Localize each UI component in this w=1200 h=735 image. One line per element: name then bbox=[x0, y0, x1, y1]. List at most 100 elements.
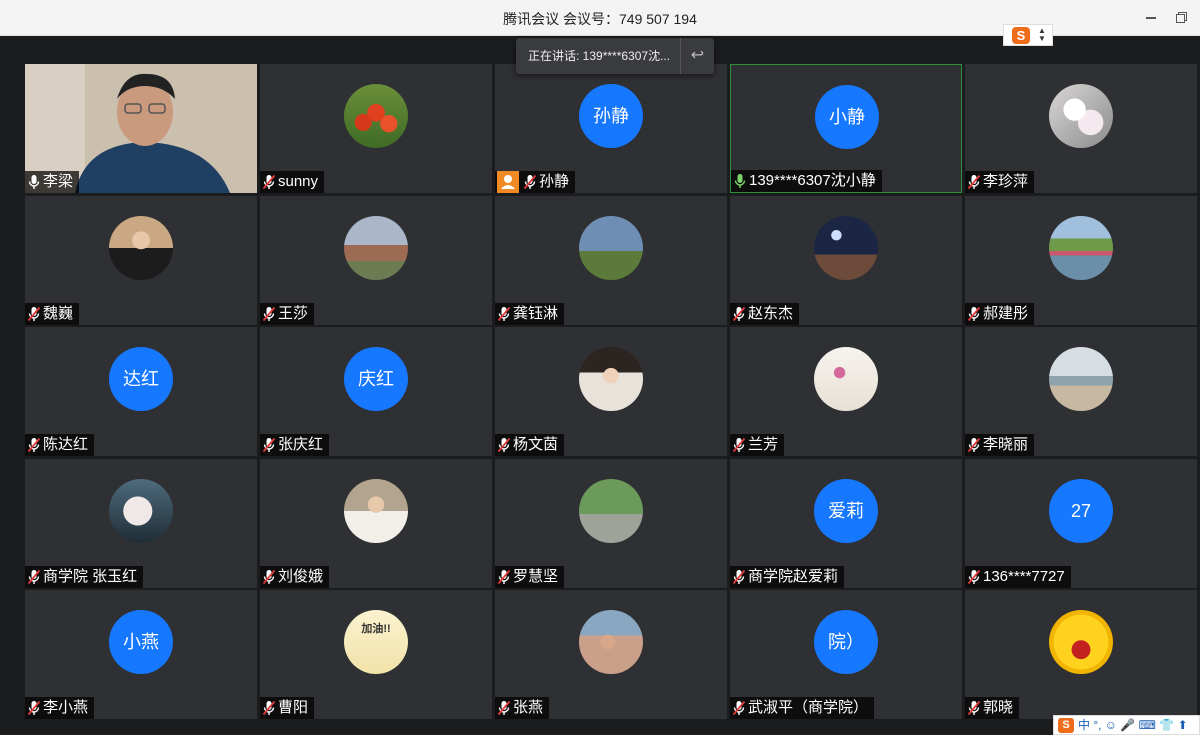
participant-tile[interactable]: 爱莉 商学院赵爱莉 bbox=[730, 459, 962, 588]
participant-nametag: 商学院 张玉红 bbox=[25, 566, 144, 588]
avatar bbox=[579, 610, 643, 674]
participant-tile[interactable]: 庆红张庆红 bbox=[260, 327, 492, 456]
mic-muted-icon bbox=[732, 700, 746, 716]
avatar bbox=[814, 347, 878, 411]
participant-nametag: 商学院赵爱莉 bbox=[730, 566, 845, 588]
avatar bbox=[344, 216, 408, 280]
participant-name: 曹阳 bbox=[278, 699, 309, 716]
mic-muted-icon bbox=[27, 700, 41, 716]
speaking-indicator[interactable]: 正在讲话: 139****6307沈... ↩ bbox=[516, 38, 714, 74]
participant-name: 龚钰淋 bbox=[513, 305, 559, 322]
mic-muted-icon bbox=[732, 306, 746, 322]
participant-nametag: 张庆红 bbox=[260, 434, 330, 456]
avatar bbox=[579, 216, 643, 280]
participant-name: 李珍萍 bbox=[983, 173, 1029, 190]
participant-tile[interactable]: 兰芳 bbox=[730, 327, 962, 456]
participant-nametag: 兰芳 bbox=[730, 434, 785, 456]
participant-nametag: 139****6307沈小静 bbox=[731, 170, 882, 192]
participant-tile[interactable]: 李晓丽 bbox=[965, 327, 1197, 456]
sogou-ime-icon: S bbox=[1012, 27, 1030, 44]
participant-name: 139****6307沈小静 bbox=[749, 172, 876, 189]
participant-name: 孙静 bbox=[539, 173, 570, 190]
avatar bbox=[1049, 347, 1113, 411]
participant-tile[interactable]: 27 136****7727 bbox=[965, 459, 1197, 588]
reply-arrow-icon[interactable]: ↩ bbox=[680, 38, 714, 74]
mic-muted-icon bbox=[262, 306, 276, 322]
ime-expand-icon[interactable]: ▲ ▼ bbox=[1038, 27, 1046, 43]
participant-tile[interactable]: 杨文茵 bbox=[495, 327, 727, 456]
participant-tile[interactable]: 魏巍 bbox=[25, 196, 257, 325]
participant-tile[interactable]: 郭晓 bbox=[965, 590, 1197, 719]
participant-name: 赵东杰 bbox=[748, 305, 794, 322]
mic-muted-icon bbox=[732, 569, 746, 585]
mic-muted-icon bbox=[967, 700, 981, 716]
participant-tile[interactable]: 院） 武淑平（商学院） bbox=[730, 590, 962, 719]
avatar: 庆红 bbox=[344, 347, 408, 411]
mic-muted-icon bbox=[27, 437, 41, 453]
participant-tile[interactable]: 商学院 张玉红 bbox=[25, 459, 257, 588]
mic-muted-icon bbox=[27, 569, 41, 585]
participant-tile[interactable]: 刘俊娥 bbox=[260, 459, 492, 588]
participant-name: 商学院 张玉红 bbox=[43, 568, 138, 585]
avatar: 孙静 bbox=[579, 84, 643, 148]
mic-icon bbox=[27, 174, 41, 190]
ime-toolbar-top[interactable]: S ▲ ▼ bbox=[1003, 24, 1053, 46]
participant-nametag: 张燕 bbox=[495, 697, 550, 719]
participant-tile[interactable]: 加油!! 曹阳 bbox=[260, 590, 492, 719]
participant-nametag: 郝建彤 bbox=[965, 303, 1035, 325]
sogou-ime-icon: S bbox=[1058, 718, 1074, 734]
minimize-icon[interactable] bbox=[1142, 8, 1160, 26]
ime-status-bar[interactable]: S 中 °, ☺ 🎤 ⌨ 👕 ⬆ bbox=[1053, 715, 1200, 735]
participant-tile[interactable]: 达红陈达红 bbox=[25, 327, 257, 456]
ime-status-text: 中 °, ☺ 🎤 ⌨ 👕 ⬆ bbox=[1078, 718, 1188, 732]
participant-nametag: 赵东杰 bbox=[730, 303, 800, 325]
participant-tile[interactable]: 李珍萍 bbox=[965, 64, 1197, 193]
avatar bbox=[344, 479, 408, 543]
mic-muted-icon bbox=[262, 437, 276, 453]
participant-tile[interactable]: 龚钰淋 bbox=[495, 196, 727, 325]
participant-nametag: 136****7727 bbox=[965, 566, 1071, 588]
participant-name: 王莎 bbox=[278, 305, 309, 322]
participant-nametag: sunny bbox=[260, 171, 325, 193]
participant-nametag: 李梁 bbox=[25, 171, 80, 193]
participant-tile[interactable]: 小静 139****6307沈小静 bbox=[730, 64, 962, 193]
participant-tile[interactable]: 罗慧坚 bbox=[495, 459, 727, 588]
participant-tile[interactable]: 李梁 bbox=[25, 64, 257, 193]
participant-tile[interactable]: 孙静 孙静 bbox=[495, 64, 727, 193]
participant-name: 兰芳 bbox=[748, 436, 779, 453]
participant-name: 136****7727 bbox=[983, 568, 1065, 585]
mic-muted-icon bbox=[262, 174, 276, 190]
participant-tile[interactable]: 郝建彤 bbox=[965, 196, 1197, 325]
participant-nametag: 孙静 bbox=[495, 171, 576, 193]
participant-tile[interactable]: 张燕 bbox=[495, 590, 727, 719]
participant-name: 陈达红 bbox=[43, 436, 89, 453]
participant-name: 李晓丽 bbox=[983, 436, 1029, 453]
participant-nametag: 罗慧坚 bbox=[495, 566, 565, 588]
participant-name: 商学院赵爱莉 bbox=[748, 568, 839, 585]
participant-name: 张庆红 bbox=[278, 436, 324, 453]
restore-window-icon[interactable] bbox=[1172, 8, 1190, 26]
avatar bbox=[1049, 610, 1113, 674]
avatar: 院） bbox=[814, 610, 878, 674]
participant-nametag: 龚钰淋 bbox=[495, 303, 565, 325]
participant-nametag: 王莎 bbox=[260, 303, 315, 325]
participant-name: 李梁 bbox=[43, 173, 74, 190]
avatar bbox=[109, 479, 173, 543]
participant-tile[interactable]: 赵东杰 bbox=[730, 196, 962, 325]
participant-tile[interactable]: 小燕 李小燕 bbox=[25, 590, 257, 719]
avatar: 达红 bbox=[109, 347, 173, 411]
participant-grid: 李梁 sunny 孙静 孙静 小静 139****6307沈小静 李珍萍 魏巍 王莎 龚钰淋 赵东杰… bbox=[25, 64, 1197, 720]
mic-muted-icon bbox=[262, 569, 276, 585]
participant-nametag: 曹阳 bbox=[260, 697, 315, 719]
mic-muted-icon bbox=[497, 306, 511, 322]
participant-nametag: 李珍萍 bbox=[965, 171, 1035, 193]
participant-tile[interactable]: sunny bbox=[260, 64, 492, 193]
participant-nametag: 李小燕 bbox=[25, 697, 95, 719]
avatar bbox=[579, 347, 643, 411]
mic-muted-icon bbox=[967, 306, 981, 322]
participant-tile[interactable]: 王莎 bbox=[260, 196, 492, 325]
participant-name: 罗慧坚 bbox=[513, 568, 559, 585]
mic-muted-icon bbox=[497, 569, 511, 585]
participant-nametag: 李晓丽 bbox=[965, 434, 1035, 456]
participant-name: 李小燕 bbox=[43, 699, 89, 716]
